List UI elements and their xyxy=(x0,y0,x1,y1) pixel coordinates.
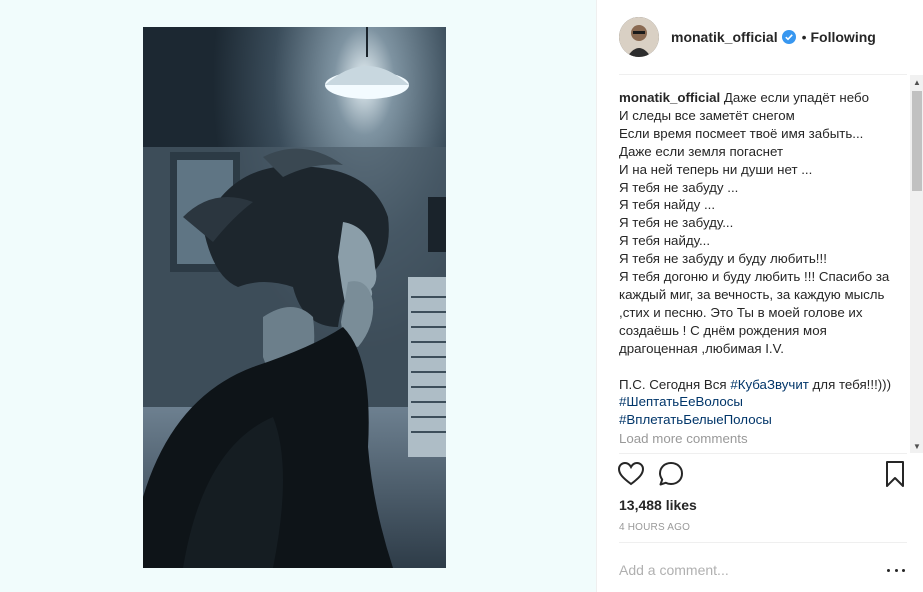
avatar[interactable] xyxy=(619,17,659,57)
heart-icon[interactable] xyxy=(617,460,645,488)
following-button[interactable]: Following xyxy=(811,29,876,45)
separator-dot: • xyxy=(801,29,807,45)
comment-bubble-icon[interactable] xyxy=(657,460,685,488)
post-photo[interactable] xyxy=(143,27,446,568)
hashtag-link[interactable]: #ШептатьЕеВолосы xyxy=(619,394,743,409)
comments-scrollbar[interactable]: ▲ ▼ xyxy=(910,75,923,453)
scroll-down-arrow-icon[interactable]: ▼ xyxy=(910,439,923,453)
load-more-comments-link[interactable]: Load more comments xyxy=(619,431,909,446)
likes-count[interactable]: 13,488 likes xyxy=(619,497,697,513)
comment-divider xyxy=(619,542,907,543)
hashtag-link[interactable]: #ВплетатьБелыеПолосы xyxy=(619,412,772,427)
more-options-icon[interactable] xyxy=(887,563,905,577)
caption-text: Даже если упадёт небо И следы все заметё… xyxy=(619,90,890,392)
post-sidebar: monatik_official • Following monatik_off… xyxy=(596,0,923,592)
media-panel xyxy=(0,0,596,592)
caption: monatik_official Даже если упадёт небо И… xyxy=(619,75,909,429)
hashtag-link[interactable]: #КубаЗвучит xyxy=(730,377,809,392)
instagram-post-modal: monatik_official • Following monatik_off… xyxy=(0,0,923,592)
caption-username[interactable]: monatik_official xyxy=(619,90,720,105)
post-timestamp[interactable]: 4 HOURS AGO xyxy=(619,522,690,533)
post-header: monatik_official • Following xyxy=(597,0,923,74)
scroll-up-arrow-icon[interactable]: ▲ xyxy=(910,75,923,89)
bookmark-icon[interactable] xyxy=(881,460,909,488)
verified-badge-icon xyxy=(781,30,796,44)
scroll-thumb[interactable] xyxy=(912,91,922,191)
post-author-username[interactable]: monatik_official xyxy=(671,29,778,45)
post-actions xyxy=(617,460,909,492)
add-comment-input[interactable] xyxy=(619,558,869,582)
actions-divider xyxy=(619,453,907,454)
caption-text-continued: для тебя!!!))) xyxy=(808,376,895,392)
comments-list[interactable]: monatik_official Даже если упадёт небо И… xyxy=(619,75,909,453)
